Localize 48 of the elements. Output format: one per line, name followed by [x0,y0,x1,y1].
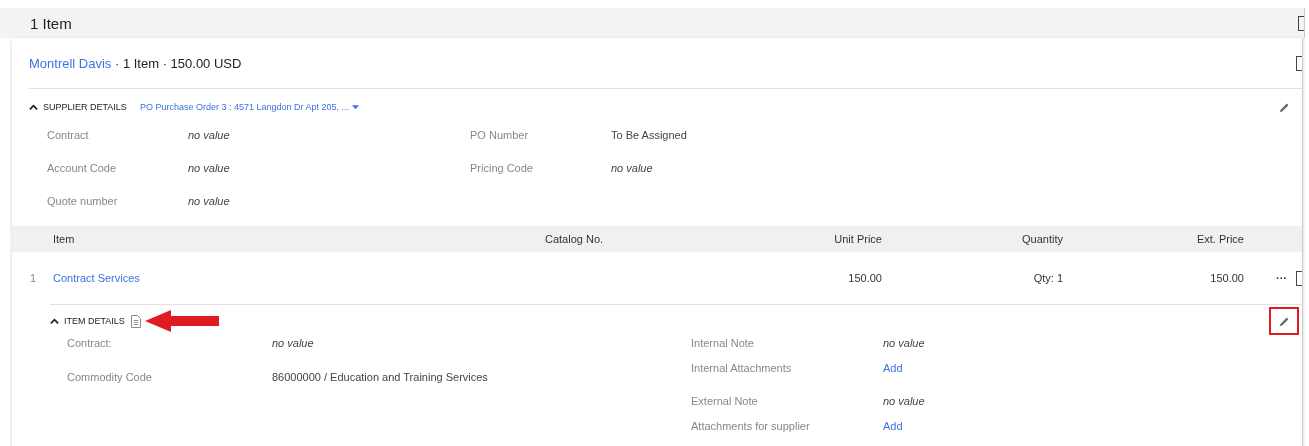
field-value: no value [188,129,230,141]
column-header: Quantity [1021,233,1063,245]
field-value: 86000000 / Education and Training Services [272,371,488,385]
row-number: 1 [29,272,38,284]
field-label: Attachments for supplier [691,420,811,434]
column-header: Ext. Price [1195,233,1244,245]
field-label: PO Number [470,129,530,141]
more-button[interactable]: ··· [1276,272,1287,284]
chevron-icon [50,316,59,326]
add-link[interactable]: Add [883,362,903,387]
document-icon[interactable] [130,314,141,328]
purchase-order-dropdown[interactable]: PO Purchase Order 3 : 4571 Langdon Dr Apt 205, ... [139,102,359,112]
column-header: Catalog No. [545,233,605,245]
table-cell-text: Qty: 1 [1032,272,1063,284]
table-cell-text: 150.00 [1209,272,1244,284]
section-title: 1 Item [30,14,73,32]
checkbox[interactable] [1296,55,1302,71]
field-label: Pricing Code [470,162,534,174]
column-header: Item [53,233,76,245]
field-label: External Note [691,395,759,409]
caret-icon [352,104,359,110]
field-value: no value [611,162,653,174]
field-value: no value [883,337,925,351]
field-label: Internal Attachments [691,362,793,376]
field-label: Internal Note [691,337,755,351]
checkbox[interactable] [1298,15,1304,31]
checkbox[interactable] [1296,270,1302,286]
add-link[interactable]: Add [883,420,903,445]
field-value: no value [188,162,230,174]
chevron-icon [29,102,38,112]
field-label: Contract [47,129,90,141]
field-label: Contract: [67,337,113,351]
item-details-toggle[interactable]: ITEM DETAILS [50,316,125,326]
order-summary: · 1 Item · 150.00 USD [113,55,242,71]
field-value: no value [883,395,925,409]
field-value: To Be Assigned [611,129,687,141]
supplier-details-toggle[interactable]: SUPPLIER DETAILS [29,102,127,112]
edit-icon[interactable] [1278,315,1290,327]
field-label: Quote number [47,195,119,207]
edit-icon[interactable] [1279,101,1290,113]
field-label: Account Code [47,162,118,174]
field-value: no value [188,195,230,207]
field-label: Commodity Code [67,371,153,385]
supplier-link[interactable]: Montrell Davis [29,55,112,71]
item-link[interactable]: Contract Services [53,272,140,284]
field-value: no value [272,337,314,351]
column-header: Unit Price [833,233,882,245]
table-cell-text: 150.00 [847,272,882,284]
